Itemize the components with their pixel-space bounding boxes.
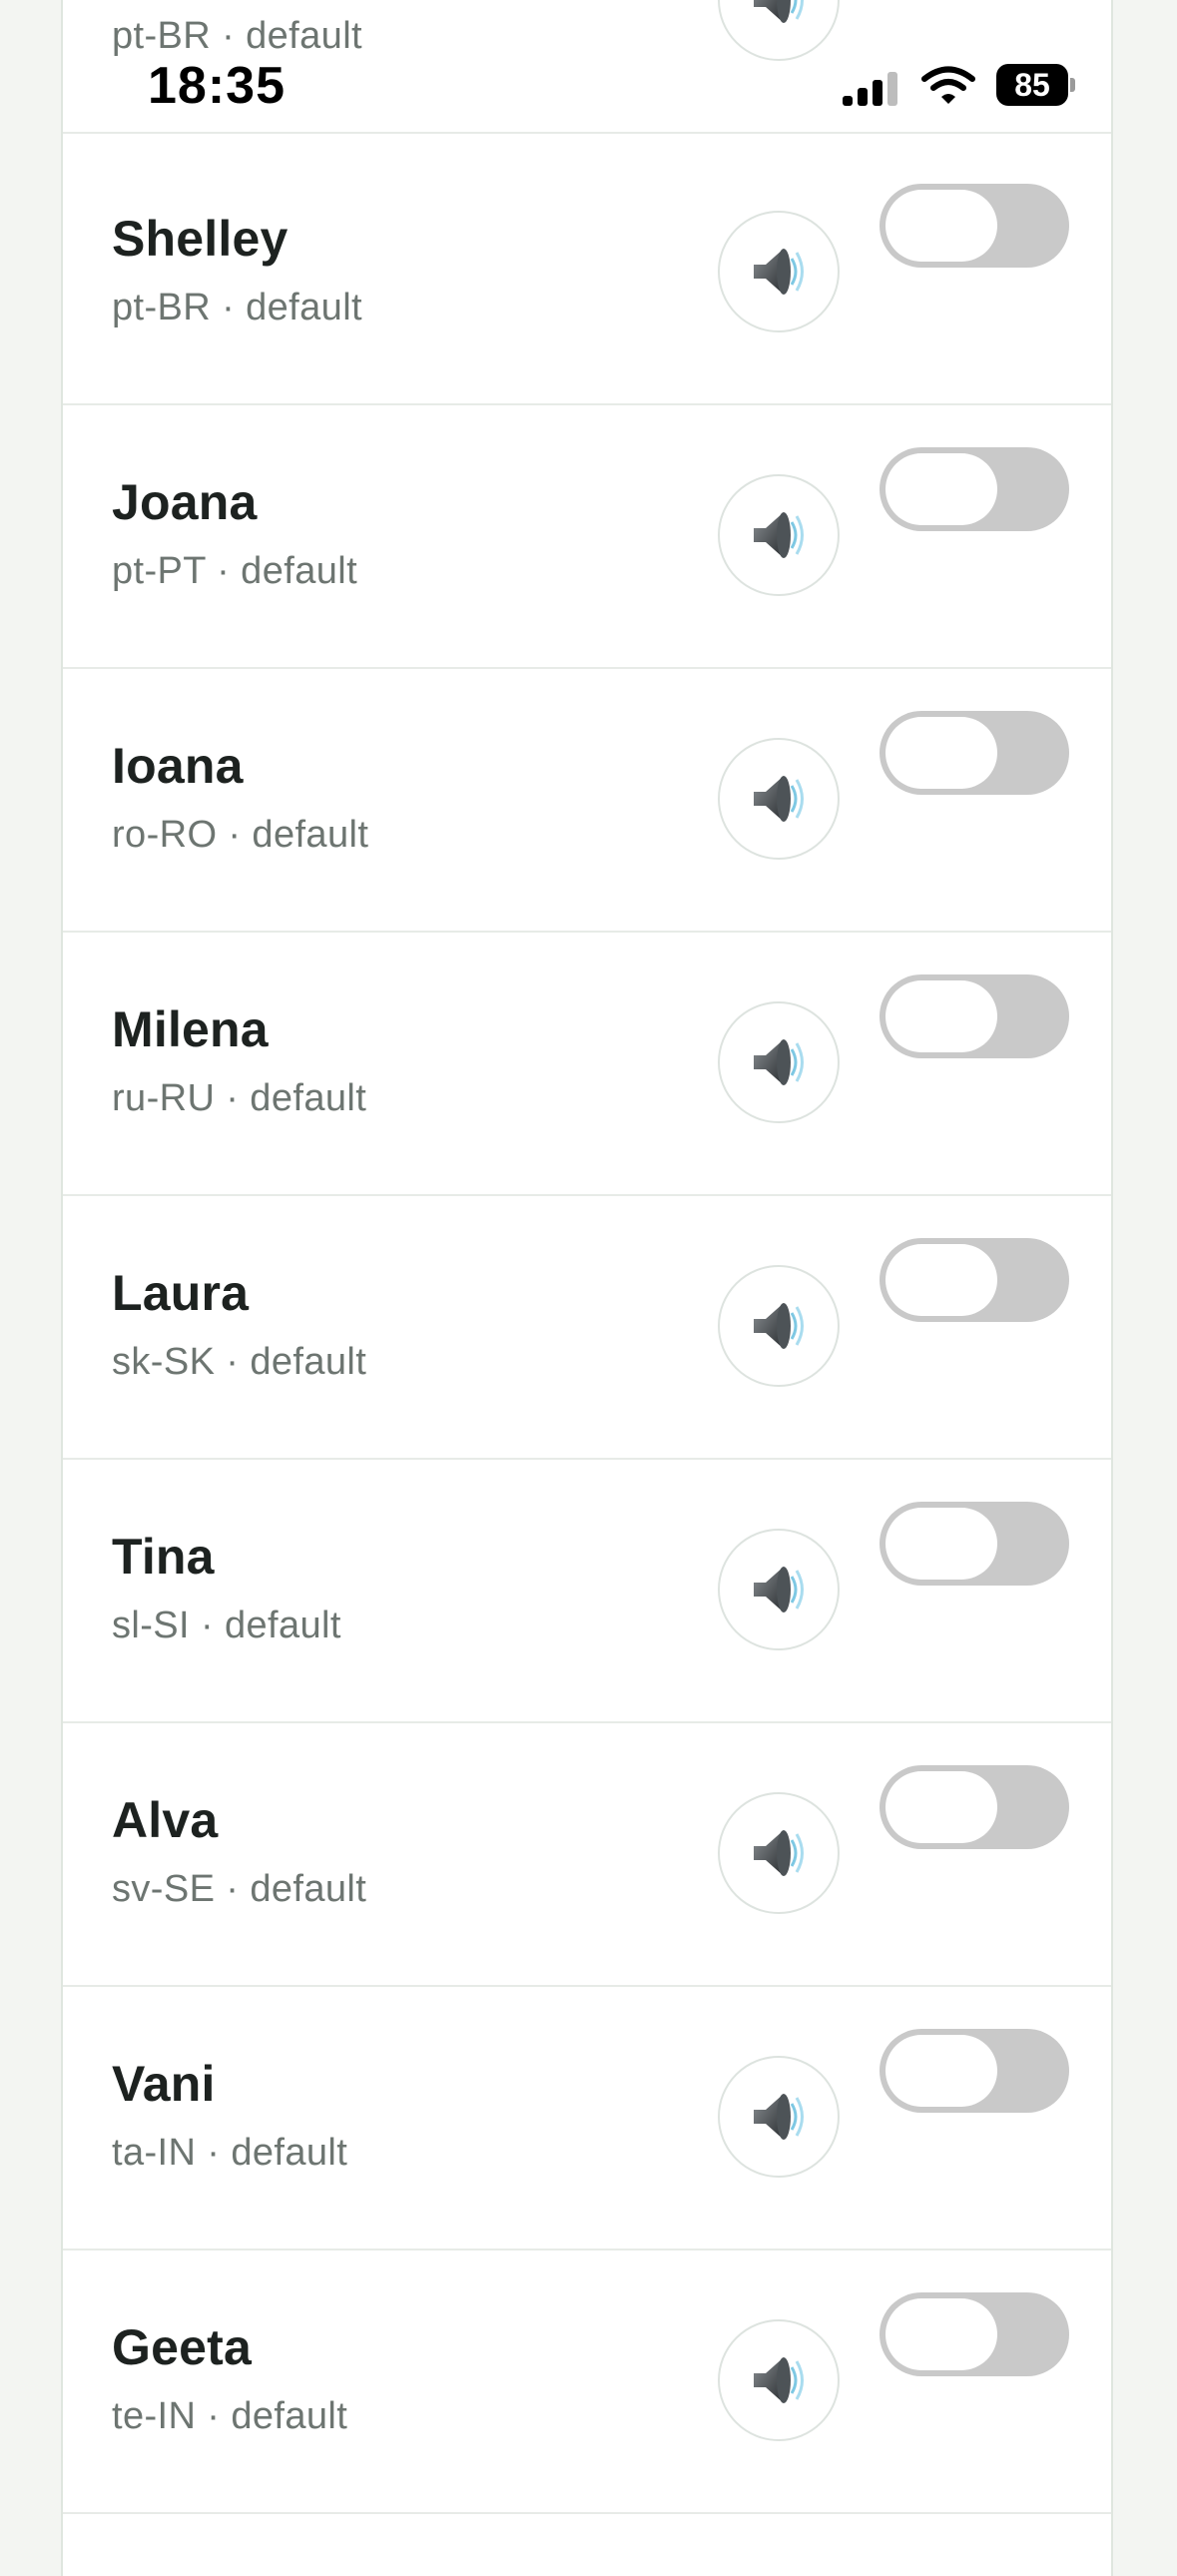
speaker-icon: [754, 1303, 804, 1349]
preview-voice-button[interactable]: [718, 2056, 840, 2178]
voice-toggle[interactable]: [880, 974, 1069, 1058]
voice-locale: te-IN · default: [112, 2395, 348, 2437]
status-time: 18:35: [148, 57, 286, 115]
toggle-knob: [885, 453, 997, 525]
speaker-icon: [754, 512, 804, 558]
voice-name: Geeta: [112, 2319, 252, 2375]
voice-row[interactable]: Laura sk-SK · default: [63, 1196, 1111, 1460]
voice-locale: ta-IN · default: [112, 2132, 348, 2174]
battery-icon: 85: [996, 64, 1076, 106]
speaker-icon: [754, 249, 804, 295]
toggle-knob: [885, 1771, 997, 1843]
voice-name: Laura: [112, 1265, 250, 1321]
voice-name: Joana: [112, 474, 258, 530]
voice-row[interactable]: Milena ru-RU · default: [63, 933, 1111, 1196]
voice-toggle[interactable]: [880, 184, 1069, 268]
preview-voice-button[interactable]: [718, 211, 840, 332]
preview-voice-button[interactable]: [718, 474, 840, 596]
preview-voice-button[interactable]: [718, 1792, 840, 1914]
voice-toggle[interactable]: [880, 2029, 1069, 2113]
voice-toggle[interactable]: [880, 1502, 1069, 1586]
voice-toggle[interactable]: [880, 447, 1069, 531]
preview-voice-button[interactable]: [718, 1001, 840, 1123]
voice-toggle[interactable]: [880, 2292, 1069, 2376]
voice-toggle[interactable]: [880, 1238, 1069, 1322]
preview-voice-button[interactable]: [718, 1265, 840, 1387]
voice-name: Milena: [112, 1001, 269, 1057]
preview-voice-button[interactable]: [718, 0, 840, 61]
cellular-signal-icon: [843, 72, 897, 106]
voice-name: Alva: [112, 1792, 219, 1848]
voice-list: pt-BR · default Shelley pt-BR · default: [61, 0, 1113, 2576]
voice-toggle[interactable]: [880, 1765, 1069, 1849]
wifi-icon: [921, 66, 975, 104]
voice-locale: sv-SE · default: [112, 1868, 367, 1910]
speaker-icon: [754, 1039, 804, 1085]
speaker-icon: [754, 776, 804, 822]
voice-locale: ro-RO · default: [112, 814, 369, 856]
speaker-icon: [754, 2094, 804, 2140]
toggle-knob: [885, 717, 997, 789]
speaker-icon: [754, 2357, 804, 2403]
voice-locale: pt-BR · default: [112, 287, 362, 328]
battery-level: 85: [1014, 67, 1050, 103]
voice-row[interactable]: Shelley pt-BR · default: [63, 142, 1111, 405]
voice-name: Vani: [112, 2056, 216, 2112]
voice-row[interactable]: Geeta te-IN · default: [63, 2251, 1111, 2514]
status-icons: 85: [841, 62, 1080, 112]
voice-row[interactable]: Alva sv-SE · default: [63, 1723, 1111, 1987]
voice-locale: pt-BR · default: [112, 15, 362, 57]
preview-voice-button[interactable]: [718, 738, 840, 860]
voice-toggle[interactable]: [880, 711, 1069, 795]
voice-row[interactable]: Tina sl-SI · default: [63, 1460, 1111, 1723]
preview-voice-button[interactable]: [718, 2319, 840, 2441]
speaker-icon: [754, 0, 804, 23]
toggle-knob: [885, 2035, 997, 2107]
voice-row[interactable]: Ioana ro-RO · default: [63, 669, 1111, 933]
preview-voice-button[interactable]: [718, 1529, 840, 1650]
speaker-icon: [754, 1567, 804, 1612]
toggle-knob: [885, 1244, 997, 1316]
voice-row[interactable]: Vani ta-IN · default: [63, 1987, 1111, 2251]
voice-row[interactable]: Joana pt-PT · default: [63, 405, 1111, 669]
voice-locale: sl-SI · default: [112, 1605, 341, 1646]
voice-name: Shelley: [112, 211, 289, 267]
toggle-knob: [885, 980, 997, 1052]
toggle-knob: [885, 190, 997, 262]
toggle-knob: [885, 2298, 997, 2370]
voice-locale: ru-RU · default: [112, 1077, 367, 1119]
voice-name: Ioana: [112, 738, 244, 794]
voice-locale: sk-SK · default: [112, 1341, 367, 1383]
toggle-knob: [885, 1508, 997, 1580]
voice-name: Tina: [112, 1529, 215, 1585]
voice-locale: pt-PT · default: [112, 550, 358, 592]
speaker-icon: [754, 1830, 804, 1876]
